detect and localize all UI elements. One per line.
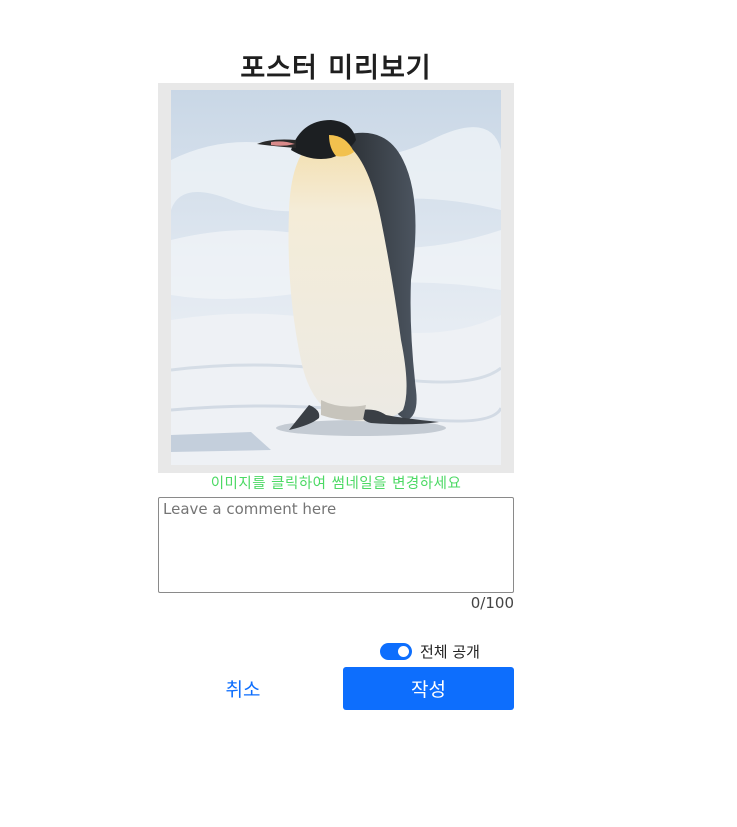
cancel-button[interactable]: 취소	[158, 667, 328, 710]
poster-preview-page: 포스터 미리보기 이미지를 클릭하여 썸네일을 변경하세요 Leave a co…	[0, 0, 737, 827]
thumbnail-image-button[interactable]	[158, 83, 514, 473]
switch-knob	[398, 645, 409, 657]
penguin-thumbnail-image	[171, 90, 501, 465]
submit-button[interactable]: 작성	[343, 667, 514, 710]
public-visibility-switch[interactable]	[380, 642, 412, 660]
thumbnail-change-hint: 이미지를 클릭하여 썸네일을 변경하세요	[210, 476, 462, 492]
character-counter: 0/100	[470, 594, 514, 612]
public-visibility-label: 전체 공개	[420, 642, 480, 661]
visibility-toggle-row: 전체 공개	[380, 640, 480, 662]
page-title: 포스터 미리보기	[240, 53, 432, 84]
comment-textarea[interactable]	[158, 497, 514, 593]
